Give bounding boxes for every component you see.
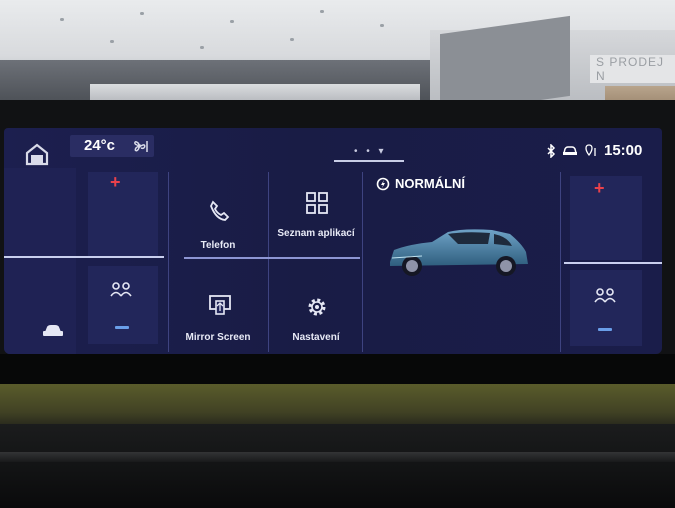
drive-mode-label: NORMÁLNÍ	[395, 176, 466, 191]
settings-icon	[306, 296, 328, 323]
right-temp-up-tile[interactable]	[570, 176, 642, 260]
left-temp-minus[interactable]	[115, 326, 129, 329]
left-temp-plus[interactable]: +	[110, 172, 121, 193]
passengers-icon[interactable]	[594, 288, 616, 309]
car-icon[interactable]	[42, 324, 64, 343]
page-indicator: • • ▾	[354, 146, 387, 157]
mirror-screen-icon	[208, 294, 232, 321]
fan-icon[interactable]	[132, 138, 150, 154]
drive-mode-widget[interactable]: NORMÁLNÍ	[376, 176, 465, 191]
phone-icon	[208, 200, 230, 227]
app-tile-mirror-screen[interactable]: Mirror Screen	[170, 262, 266, 350]
infotainment-screen: 24°c • • ▾ 15:00 + Telefon Seznam aplika…	[4, 128, 662, 354]
status-area: 15:00	[546, 142, 642, 159]
left-divider	[4, 256, 164, 258]
app-grid-icon	[306, 192, 328, 219]
app-label: Telefon	[200, 240, 236, 251]
grid-separator	[268, 172, 269, 352]
right-temp-minus[interactable]	[598, 328, 612, 331]
app-tile-seznam-aplikaci[interactable]: Seznam aplikací	[270, 172, 362, 256]
passengers-icon[interactable]	[110, 282, 132, 303]
top-bar: 24°c • • ▾ 15:00	[4, 128, 662, 168]
app-label: Seznam aplikací	[277, 228, 355, 239]
left-temp-down-tile[interactable]	[88, 266, 158, 344]
car-connect-icon	[563, 145, 577, 155]
home-icon[interactable]	[24, 142, 50, 168]
grid-divider	[184, 257, 360, 259]
app-tile-telefon[interactable]: Telefon	[170, 172, 266, 256]
left-temp-up-tile[interactable]	[88, 172, 158, 256]
display-lower-bezel	[0, 354, 675, 384]
showroom-sign: S PRODEJ N	[590, 55, 675, 83]
dashboard-trim	[0, 452, 675, 462]
location-icon	[585, 143, 596, 156]
app-label: Mirror Screen	[185, 332, 251, 343]
app-tile-nastaveni[interactable]: Nastavení	[270, 262, 362, 350]
right-temp-plus[interactable]: +	[594, 178, 605, 199]
clock: 15:00	[604, 142, 643, 159]
right-divider	[564, 262, 662, 264]
grid-separator	[168, 172, 169, 352]
page-indicator-line	[334, 160, 404, 162]
grid-separator	[362, 172, 363, 352]
left-side-panel	[4, 168, 76, 354]
bluetooth-icon	[547, 143, 556, 158]
dashboard	[0, 424, 675, 508]
vehicle-illustration	[382, 222, 532, 282]
temperature-readout[interactable]: 24°c	[84, 137, 115, 154]
dashboard-fabric	[0, 384, 675, 424]
drive-mode-icon	[376, 177, 390, 190]
grid-separator	[560, 172, 561, 352]
app-label: Nastavení	[292, 332, 340, 343]
